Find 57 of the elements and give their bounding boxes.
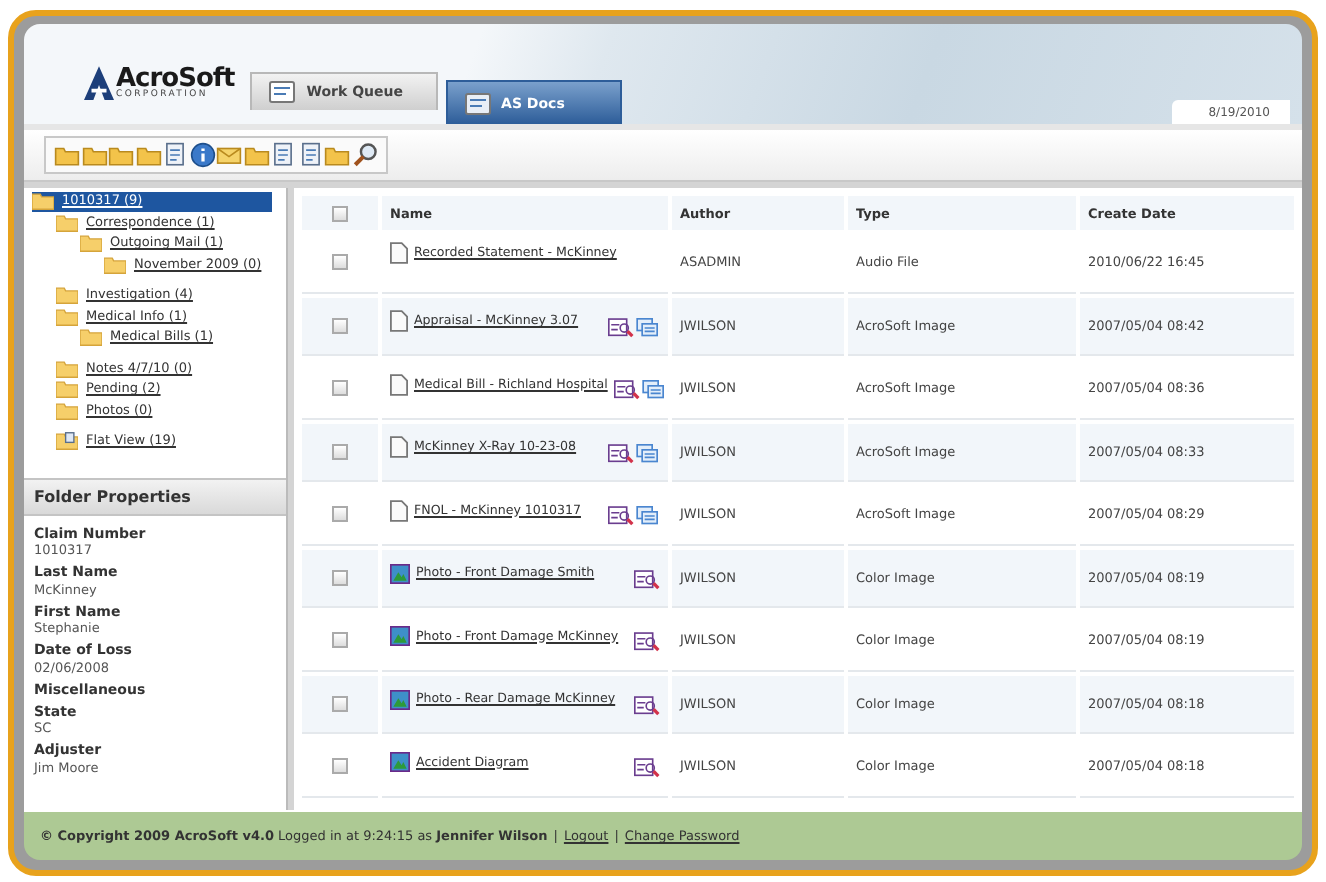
folder-icon (56, 380, 78, 399)
row-checkbox[interactable] (332, 758, 348, 775)
row-checkbox[interactable] (332, 317, 348, 334)
document-icon (463, 91, 492, 115)
document-icon (268, 80, 297, 104)
row-checkbox[interactable] (332, 632, 348, 649)
folder-icon (56, 401, 78, 420)
folder-icon[interactable] (108, 142, 134, 168)
view-icon[interactable] (613, 380, 640, 400)
view-icon[interactable] (608, 506, 634, 526)
folder-icon (104, 255, 126, 274)
row-checkbox[interactable] (332, 254, 348, 271)
document-icon (390, 242, 408, 264)
folder-icon (56, 359, 78, 378)
copy-icon[interactable] (636, 317, 660, 337)
image-icon (390, 563, 410, 583)
row-checkbox[interactable] (332, 443, 348, 460)
copy-icon[interactable] (636, 443, 660, 463)
info-icon[interactable] (189, 142, 215, 168)
image-icon (390, 752, 410, 772)
copy-icon[interactable] (641, 380, 666, 400)
row-checkbox[interactable] (332, 695, 348, 712)
folder-icon (80, 234, 102, 253)
page-icon[interactable] (162, 142, 188, 168)
panel-header: Folder Properties (24, 477, 286, 515)
row-checkbox[interactable] (332, 380, 348, 397)
folder-icon (32, 192, 54, 211)
row-checkbox[interactable] (332, 506, 348, 523)
search-icon[interactable] (351, 142, 377, 168)
row-checkbox[interactable] (332, 569, 348, 586)
image-icon (390, 626, 410, 646)
page-icon[interactable] (297, 142, 323, 168)
page-icon[interactable] (270, 142, 296, 168)
folder-icon[interactable] (135, 142, 161, 168)
folder-icon (56, 286, 78, 305)
folder-icon[interactable] (243, 142, 269, 168)
logo-icon (84, 65, 114, 100)
document-icon (390, 310, 408, 332)
select-all-checkbox[interactable] (332, 205, 348, 222)
folder-icon[interactable] (54, 142, 80, 168)
folder-icon (56, 307, 78, 326)
copy-icon[interactable] (636, 506, 660, 526)
logo-name: AcroSoft (116, 65, 235, 91)
folder-icon[interactable] (81, 142, 107, 168)
document-icon (390, 373, 408, 395)
view-icon[interactable] (608, 443, 634, 463)
view-icon[interactable] (634, 569, 660, 589)
folder-icon (80, 328, 102, 347)
view-icon[interactable] (608, 317, 634, 337)
document-icon (390, 436, 408, 458)
view-icon[interactable] (634, 758, 660, 778)
folder-icon[interactable] (324, 142, 350, 168)
folder-icon (56, 432, 78, 451)
view-icon[interactable] (634, 632, 660, 652)
document-icon (390, 499, 408, 521)
image-icon (390, 689, 410, 709)
view-icon[interactable] (634, 695, 660, 715)
